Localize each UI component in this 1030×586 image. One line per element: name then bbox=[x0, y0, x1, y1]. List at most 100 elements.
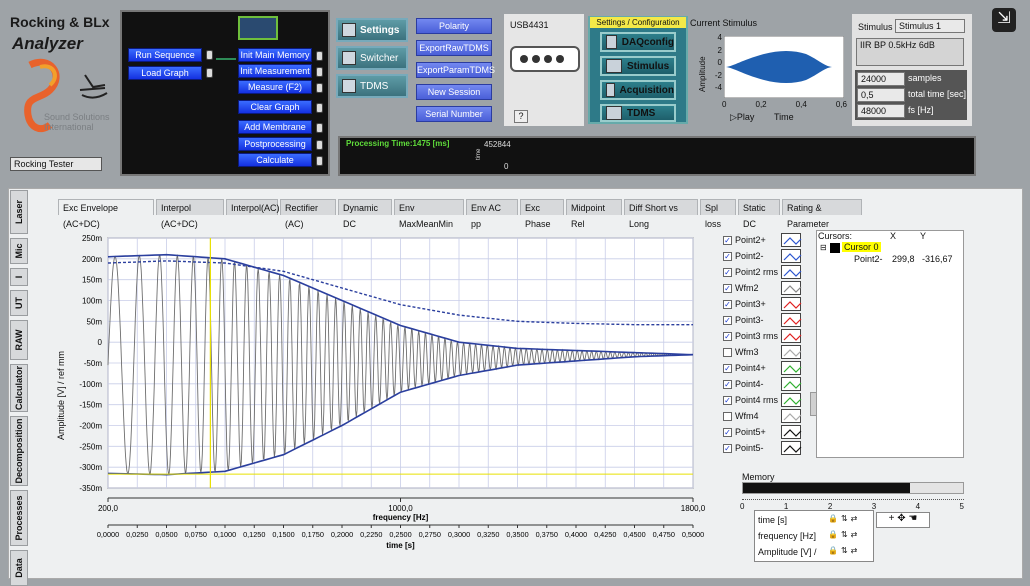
acquisition-button[interactable]: Acquisition bbox=[600, 80, 676, 100]
tab-3[interactable]: Rectifier (AC) bbox=[280, 199, 336, 229]
memory-slider[interactable] bbox=[742, 482, 964, 494]
lock-icon[interactable] bbox=[316, 156, 323, 166]
side-tab-decomposition[interactable]: Decomposition bbox=[10, 416, 28, 486]
legend-item[interactable]: ✓ Point5- bbox=[723, 440, 802, 456]
lock-icon[interactable] bbox=[206, 50, 213, 60]
axis-format-icon[interactable]: 🔒⇅⇄ bbox=[828, 514, 860, 523]
tab-10[interactable]: Spl loss bbox=[700, 199, 736, 229]
tab-4[interactable]: Dynamic DC bbox=[338, 199, 392, 229]
daqconfig-button[interactable]: DAQconfig bbox=[600, 32, 676, 52]
init-main-memory-button[interactable]: Init Main Memory bbox=[238, 48, 312, 62]
legend-checkbox[interactable]: ✓ bbox=[723, 427, 732, 437]
tab-8[interactable]: Midpoint Rel bbox=[566, 199, 622, 229]
load-graph-button[interactable]: Load Graph bbox=[128, 66, 202, 80]
legend-swatch[interactable] bbox=[781, 409, 802, 423]
side-tab-calculator[interactable]: Calculator bbox=[10, 364, 28, 412]
legend-item[interactable]: ✓ Point4- bbox=[723, 376, 802, 392]
export-param-tdms-button[interactable]: ExportParamTDMS bbox=[416, 62, 495, 78]
legend-checkbox[interactable] bbox=[723, 347, 732, 357]
legend-swatch[interactable] bbox=[781, 297, 802, 311]
legend-checkbox[interactable]: ✓ bbox=[723, 443, 732, 453]
legend-item[interactable]: Wfm4 bbox=[723, 408, 802, 424]
clear-graph-button[interactable]: Clear Graph bbox=[238, 100, 312, 114]
postprocessing-button[interactable]: Postprocessing bbox=[238, 137, 312, 151]
legend-item[interactable]: ✓ Point3 rms bbox=[723, 328, 802, 344]
legend-item[interactable]: ✓ Point2 rms bbox=[723, 264, 802, 280]
side-tab-data[interactable]: Data bbox=[10, 550, 28, 586]
expand-icon[interactable]: ⊟ bbox=[820, 243, 827, 252]
legend-checkbox[interactable]: ✓ bbox=[723, 299, 732, 309]
play-button[interactable]: ▷Play bbox=[730, 112, 754, 123]
polarity-button[interactable]: Polarity bbox=[416, 18, 492, 34]
legend-checkbox[interactable]: ✓ bbox=[723, 395, 732, 405]
side-tab-mic[interactable]: Mic bbox=[10, 238, 28, 264]
init-measurement-button[interactable]: Init Measurement bbox=[238, 64, 312, 78]
legend-swatch[interactable] bbox=[781, 313, 802, 327]
legend-item[interactable]: ✓ Point4 rms bbox=[723, 392, 802, 408]
tab-9[interactable]: Diff Short vs Long bbox=[624, 199, 698, 229]
export-raw-tdms-button[interactable]: ExportRawTDMS bbox=[416, 40, 492, 56]
tab-7[interactable]: Exc Phase bbox=[520, 199, 564, 229]
legend-swatch[interactable] bbox=[781, 377, 802, 391]
new-session-button[interactable]: New Session bbox=[416, 84, 492, 100]
lock-icon[interactable] bbox=[206, 68, 213, 78]
legend-item[interactable]: ✓ Point5+ bbox=[723, 424, 802, 440]
tab-2[interactable]: Interpol(AC) bbox=[226, 199, 280, 215]
tab-6[interactable]: Env AC pp bbox=[466, 199, 518, 229]
legend-swatch[interactable] bbox=[781, 345, 802, 359]
legend-checkbox[interactable]: ✓ bbox=[723, 363, 732, 373]
legend-checkbox[interactable]: ✓ bbox=[723, 267, 732, 277]
side-tab-i[interactable]: I bbox=[10, 268, 28, 286]
main-chart[interactable]: 250m 200m 150m 100m 50m 0 -50m -100m -150m -200m -… bbox=[60, 228, 720, 550]
legend-item[interactable]: Wfm3 bbox=[723, 344, 802, 360]
tab-11[interactable]: Static DC bbox=[738, 199, 780, 229]
legend-checkbox[interactable]: ✓ bbox=[723, 283, 732, 293]
tab-5[interactable]: Env MaxMeanMin bbox=[394, 199, 464, 229]
tab-12[interactable]: Rating & Parameter bbox=[782, 199, 862, 229]
measure-button[interactable]: Measure (F2) bbox=[238, 80, 312, 94]
serial-number-button[interactable]: Serial Number bbox=[416, 106, 492, 122]
legend-swatch[interactable] bbox=[781, 361, 802, 375]
lock-icon[interactable] bbox=[316, 140, 323, 150]
legend-swatch[interactable] bbox=[781, 233, 802, 247]
collapse-icon[interactable]: ⇲ bbox=[992, 8, 1016, 32]
legend-item[interactable]: ✓ Point3- bbox=[723, 312, 802, 328]
side-tab-ut[interactable]: UT bbox=[10, 290, 28, 316]
legend-swatch[interactable] bbox=[781, 249, 802, 263]
legend-checkbox[interactable]: ✓ bbox=[723, 315, 732, 325]
legend-swatch[interactable] bbox=[781, 265, 802, 279]
legend-item[interactable]: ✓ Point2- bbox=[723, 248, 802, 264]
help-button[interactable]: ? bbox=[514, 110, 528, 123]
cursor-name[interactable]: Cursor 0 bbox=[842, 242, 881, 252]
legend-checkbox[interactable]: ✓ bbox=[723, 235, 732, 245]
run-sequence-button[interactable]: Run Sequence bbox=[128, 48, 202, 62]
legend-checkbox[interactable]: ✓ bbox=[723, 379, 732, 389]
tdms-button[interactable]: TDMS bbox=[336, 74, 408, 98]
side-tab-laser[interactable]: Laser bbox=[10, 190, 28, 234]
tester-name-field[interactable]: Rocking Tester bbox=[10, 157, 102, 171]
switcher-button[interactable]: Switcher bbox=[336, 46, 408, 70]
side-tab-processes[interactable]: Processes bbox=[10, 490, 28, 546]
stimulus-select[interactable]: Stimulus 1 bbox=[895, 19, 965, 33]
legend-checkbox[interactable] bbox=[723, 411, 732, 421]
calculate-button[interactable]: Calculate bbox=[238, 153, 312, 167]
graph-tools-palette[interactable]: + ✥ ☚ bbox=[876, 512, 930, 528]
settings-button[interactable]: Settings bbox=[336, 18, 408, 42]
lock-icon[interactable] bbox=[316, 67, 323, 77]
lock-icon[interactable] bbox=[316, 123, 323, 133]
add-membrane-button[interactable]: Add Membrane bbox=[238, 120, 312, 134]
legend-item[interactable]: ✓ Point4+ bbox=[723, 360, 802, 376]
legend-checkbox[interactable]: ✓ bbox=[723, 251, 732, 261]
tab-0[interactable]: Exc Envelope (AC+DC) bbox=[58, 199, 154, 229]
axis-format-icon[interactable]: 🔒⇅⇄ bbox=[828, 546, 860, 555]
legend-item[interactable]: ✓ Wfm2 bbox=[723, 280, 802, 296]
legend-item[interactable]: ✓ Point2+ bbox=[723, 232, 802, 248]
legend-swatch[interactable] bbox=[781, 441, 802, 455]
side-tab-raw[interactable]: RAW bbox=[10, 320, 28, 360]
stimulus-button[interactable]: Stimulus bbox=[600, 56, 676, 76]
lock-icon[interactable] bbox=[316, 103, 323, 113]
cursor-table[interactable] bbox=[816, 230, 964, 458]
lock-icon[interactable] bbox=[316, 83, 323, 93]
legend-swatch[interactable] bbox=[781, 393, 802, 407]
tab-1[interactable]: Interpol (AC+DC) bbox=[156, 199, 224, 229]
